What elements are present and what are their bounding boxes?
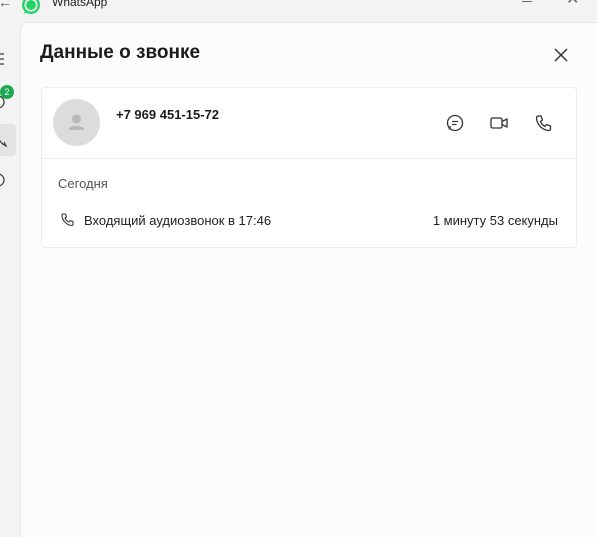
minimize-icon[interactable]: [522, 0, 532, 2]
default-avatar-icon: [68, 114, 85, 130]
rail-item-calls[interactable]: [0, 124, 16, 156]
menu-icon[interactable]: [0, 44, 16, 76]
title-bar: ← WhatsApp ✕: [0, 0, 597, 22]
call-details-card: +7 969 451-15-72 Сегодня Входящий аудиоз…: [41, 87, 577, 248]
back-arrow-icon[interactable]: ←: [0, 0, 12, 10]
contact-header: +7 969 451-15-72: [42, 88, 576, 159]
call-entry-duration: 1 минуту 53 секунды: [432, 213, 558, 228]
contact-phone[interactable]: +7 969 451-15-72: [116, 107, 219, 122]
window-close-icon[interactable]: ✕: [566, 0, 579, 8]
unread-badge: 2: [0, 85, 14, 99]
status-icon: [0, 173, 5, 187]
window-title: WhatsApp: [52, 0, 108, 9]
close-icon[interactable]: [551, 45, 571, 65]
incoming-call-icon: [61, 213, 74, 227]
navigation-rail: 2: [0, 22, 20, 536]
calls-icon: [0, 139, 8, 148]
whatsapp-logo-icon: [22, 0, 40, 14]
call-date-label: Сегодня: [58, 176, 108, 191]
message-icon[interactable]: [444, 112, 466, 134]
call-entry-description: Входящий аудиозвонок в 17:46: [84, 213, 272, 228]
avatar[interactable]: [53, 99, 100, 146]
voice-call-icon[interactable]: [532, 112, 554, 134]
video-call-icon[interactable]: [488, 112, 510, 134]
panel-title: Данные о звонке: [40, 42, 201, 63]
call-details-panel: Данные о звонке +7 969 451-15-72 Сегодня…: [20, 22, 597, 537]
rail-item-status[interactable]: [0, 164, 16, 196]
rail-item-chats[interactable]: 2: [0, 85, 16, 118]
